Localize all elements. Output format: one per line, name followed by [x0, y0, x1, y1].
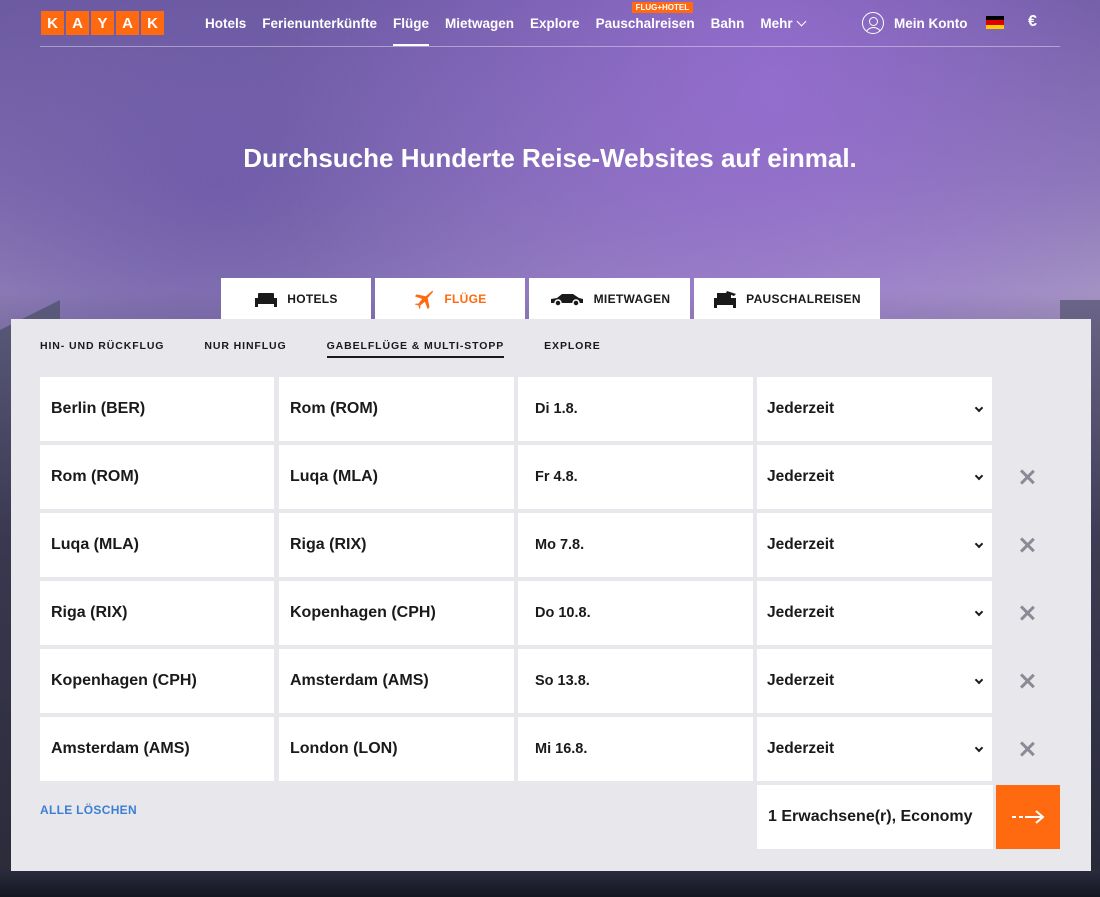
- origin-field[interactable]: Amsterdam (AMS): [40, 717, 274, 781]
- tab-explore[interactable]: EXPLORE: [544, 340, 600, 358]
- chevron-down-icon: [974, 675, 984, 684]
- chevron-down-icon: [974, 607, 984, 616]
- time-select-value: Jederzeit: [767, 672, 835, 689]
- account-label: Mein Konto: [894, 15, 968, 31]
- origin-field[interactable]: Kopenhagen (CPH): [40, 649, 274, 713]
- flag-stripe-gold: [986, 24, 1004, 29]
- flight-leg-row: Kopenhagen (CPH) Amsterdam (AMS) So 13.8…: [40, 649, 1040, 713]
- nav-bahn[interactable]: Bahn: [711, 0, 745, 46]
- logo-letter: K: [141, 11, 164, 35]
- bed-icon: [255, 292, 278, 307]
- nav-mehr[interactable]: Mehr: [760, 0, 807, 46]
- logo-letter: A: [66, 11, 89, 35]
- date-field[interactable]: Mi 16.8.: [518, 717, 753, 781]
- nav-ferienunterkuenfte[interactable]: Ferienunterkünfte: [262, 0, 377, 46]
- logo-letter: A: [116, 11, 139, 35]
- nav-mehr-label: Mehr: [760, 16, 793, 31]
- tab-mietwagen[interactable]: MIETWAGEN: [529, 278, 690, 319]
- time-select[interactable]: Jederzeit: [757, 717, 992, 781]
- chevron-down-icon: [974, 471, 984, 480]
- tab-hotels[interactable]: HOTELS: [221, 278, 371, 319]
- top-header: K A Y A K Hotels Ferienunterkünfte Flüge…: [0, 0, 1100, 48]
- date-field[interactable]: Fr 4.8.: [518, 445, 753, 509]
- remove-leg-close-icon[interactable]: [1017, 603, 1037, 623]
- travelers-cabin-select[interactable]: 1 Erwachsene(r), Economy: [757, 785, 993, 849]
- tab-multi-city[interactable]: GABELFLÜGE & MULTI-STOPP: [326, 340, 505, 358]
- flight-leg-row: Amsterdam (AMS) London (LON) Mi 16.8. Je…: [40, 717, 1040, 781]
- time-select[interactable]: Jederzeit: [757, 581, 992, 645]
- destination-field[interactable]: Luqa (MLA): [279, 445, 514, 509]
- time-select[interactable]: Jederzeit: [757, 649, 992, 713]
- origin-field[interactable]: Berlin (BER): [40, 377, 274, 441]
- trip-type-tabs: HIN- UND RÜCKFLUG NUR HINFLUG GABELFLÜGE…: [40, 340, 601, 358]
- date-field[interactable]: So 13.8.: [518, 649, 753, 713]
- tab-fluege-label: FLÜGE: [444, 291, 487, 306]
- header-divider: [40, 46, 1060, 47]
- remove-leg-close-icon[interactable]: [1017, 671, 1037, 691]
- time-select-value: Jederzeit: [767, 400, 835, 417]
- destination-field[interactable]: Riga (RIX): [279, 513, 514, 577]
- nav-pauschalreisen-label: Pauschalreisen: [595, 16, 695, 31]
- clear-all-link[interactable]: ALLE LÖSCHEN: [40, 803, 137, 817]
- flight-leg-row: Luqa (MLA) Riga (RIX) Mo 7.8. Jederzeit: [40, 513, 1040, 577]
- tab-one-way[interactable]: NUR HINFLUG: [204, 340, 286, 358]
- nav-mietwagen[interactable]: Mietwagen: [445, 0, 514, 46]
- time-select-value: Jederzeit: [767, 536, 835, 553]
- flight-leg-row: Riga (RIX) Kopenhagen (CPH) Do 10.8. Jed…: [40, 581, 1040, 645]
- tab-pauschalreisen-label: PAUSCHALREISEN: [746, 291, 861, 306]
- destination-field[interactable]: Amsterdam (AMS): [279, 649, 514, 713]
- hero-title: Durchsuche Hunderte Reise-Websites auf e…: [243, 143, 857, 173]
- destination-field[interactable]: Rom (ROM): [279, 377, 514, 441]
- background-bottom: [0, 870, 1100, 897]
- nav-pauschalreisen[interactable]: FLUG+HOTEL Pauschalreisen: [596, 0, 695, 46]
- flight-leg-row: Berlin (BER) Rom (ROM) Di 1.8. Jederzeit: [40, 377, 1040, 441]
- time-select[interactable]: Jederzeit: [757, 513, 992, 577]
- german-flag-icon[interactable]: [986, 16, 1004, 29]
- destination-field[interactable]: Kopenhagen (CPH): [279, 581, 514, 645]
- remove-leg-close-icon[interactable]: [1017, 535, 1037, 555]
- nav-fluege[interactable]: Flüge: [393, 0, 430, 46]
- search-panel: HIN- UND RÜCKFLUG NUR HINFLUG GABELFLÜGE…: [11, 319, 1091, 871]
- destination-field[interactable]: London (LON): [279, 717, 514, 781]
- time-select-value: Jederzeit: [767, 740, 835, 757]
- plane-icon: [415, 290, 434, 309]
- main-nav: Hotels Ferienunterkünfte Flüge Mietwagen…: [205, 0, 821, 48]
- package-icon: [714, 290, 737, 308]
- nav-explore[interactable]: Explore: [530, 0, 580, 46]
- tab-pauschalreisen[interactable]: PAUSCHALREISEN: [694, 278, 880, 319]
- chevron-down-icon: [974, 403, 984, 412]
- car-icon: [550, 293, 583, 307]
- flight-leg-row: Rom (ROM) Luqa (MLA) Fr 4.8. Jederzeit: [40, 445, 1040, 509]
- time-select[interactable]: Jederzeit: [757, 377, 992, 441]
- product-tabs: HOTELS FLÜGE MIETWAGEN PAUSCHALREISEN: [221, 278, 880, 319]
- time-select[interactable]: Jederzeit: [757, 445, 992, 509]
- currency-selector[interactable]: €: [1028, 13, 1037, 31]
- search-button[interactable]: [996, 785, 1060, 849]
- tab-hotels-label: HOTELS: [287, 291, 338, 306]
- user-circle-icon: [862, 12, 884, 34]
- nav-hotels[interactable]: Hotels: [205, 0, 246, 46]
- logo-letter: Y: [91, 11, 114, 35]
- chevron-down-icon: [974, 539, 984, 548]
- origin-field[interactable]: Rom (ROM): [40, 445, 274, 509]
- tab-round-trip[interactable]: HIN- UND RÜCKFLUG: [40, 340, 164, 358]
- logo-letter: K: [41, 11, 64, 35]
- origin-field[interactable]: Luqa (MLA): [40, 513, 274, 577]
- tab-fluege[interactable]: FLÜGE: [375, 278, 525, 319]
- time-select-value: Jederzeit: [767, 604, 835, 621]
- kayak-logo[interactable]: K A Y A K: [41, 11, 164, 35]
- date-field[interactable]: Di 1.8.: [518, 377, 753, 441]
- remove-leg-close-icon[interactable]: [1017, 739, 1037, 759]
- tab-mietwagen-label: MIETWAGEN: [593, 291, 671, 306]
- time-select-value: Jederzeit: [767, 468, 835, 485]
- date-field[interactable]: Mo 7.8.: [518, 513, 753, 577]
- account-link[interactable]: Mein Konto: [862, 12, 968, 34]
- chevron-down-icon: [974, 743, 984, 752]
- date-field[interactable]: Do 10.8.: [518, 581, 753, 645]
- origin-field[interactable]: Riga (RIX): [40, 581, 274, 645]
- remove-leg-close-icon[interactable]: [1017, 467, 1037, 487]
- chevron-down-icon: [796, 16, 807, 27]
- arrow-right-icon: [1012, 810, 1045, 824]
- flug-hotel-badge: FLUG+HOTEL: [631, 2, 694, 13]
